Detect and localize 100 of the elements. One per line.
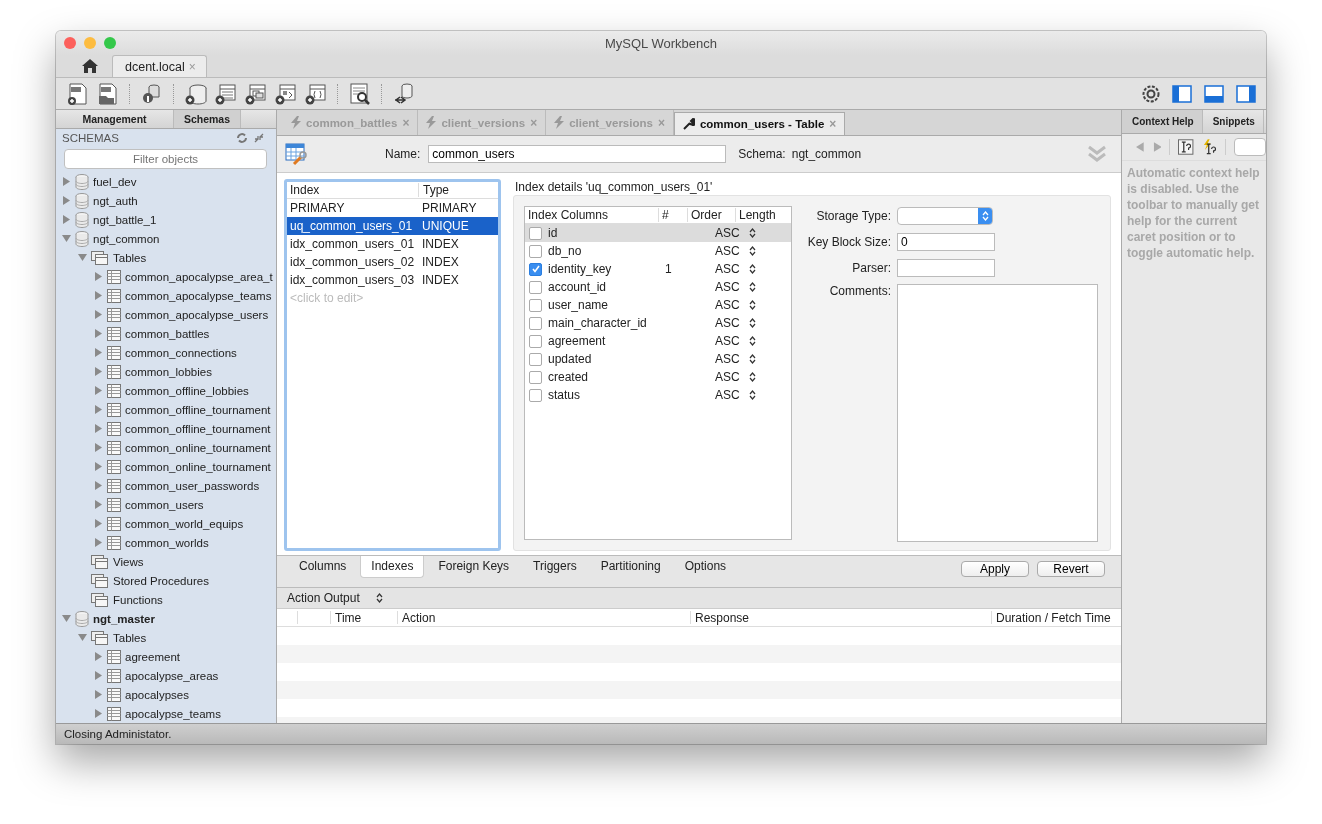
tree-item[interactable]: common_connections — [125, 346, 237, 359]
editor-section-tab[interactable]: Triggers — [523, 556, 587, 577]
tree-item[interactable]: common_offline_tournament — [125, 403, 271, 416]
refresh-icon[interactable] — [236, 132, 248, 144]
output-selector[interactable]: Action Output — [287, 591, 360, 605]
zoom-window-button[interactable] — [104, 37, 116, 49]
filter-field[interactable]: Filter objects — [64, 149, 267, 169]
expand-arrow-icon[interactable] — [94, 424, 103, 433]
index-row[interactable]: idx_common_users_02 INDEX — [287, 253, 498, 271]
storage-type-select[interactable] — [897, 207, 993, 225]
tree-item[interactable]: common_worlds — [125, 536, 209, 549]
settings-icon[interactable] — [1142, 84, 1160, 103]
column-header[interactable]: Response — [690, 611, 991, 624]
tree-item[interactable]: apocalypse_areas — [125, 669, 219, 682]
tree-item[interactable]: Functions — [113, 593, 163, 606]
close-window-button[interactable] — [64, 37, 76, 49]
column-header[interactable]: # — [658, 208, 687, 222]
checkbox[interactable] — [529, 388, 542, 402]
new-database-icon[interactable] — [184, 81, 208, 106]
checkbox[interactable] — [529, 262, 542, 276]
expand-arrow-icon[interactable] — [94, 291, 103, 300]
tree-item[interactable]: common_apocalypse_area_t — [125, 270, 273, 283]
expand-arrow-icon[interactable] — [94, 462, 103, 471]
tree-item[interactable]: common_users — [125, 498, 204, 511]
column-header[interactable]: Length — [735, 208, 776, 222]
bottom-panel-toggle-icon[interactable] — [1204, 84, 1224, 103]
connection-tab[interactable]: dcent.local × — [112, 55, 207, 77]
expand-arrow-icon[interactable] — [94, 329, 103, 338]
panel-tab[interactable]: Context Help — [1122, 110, 1203, 133]
editor-section-tab[interactable]: Foreign Keys — [428, 556, 520, 577]
new-table-icon[interactable] — [214, 81, 238, 106]
checkbox[interactable] — [529, 244, 542, 258]
up-down-arrows-icon[interactable] — [749, 354, 756, 364]
editor-section-tab[interactable]: Options — [674, 556, 737, 577]
order-select[interactable]: ASC — [715, 352, 743, 366]
checkbox[interactable] — [529, 334, 542, 348]
expand-arrow-icon[interactable] — [94, 500, 103, 509]
collapse-icon[interactable] — [254, 133, 264, 143]
column-header[interactable]: Index — [290, 183, 418, 197]
expand-arrow-icon[interactable] — [94, 348, 103, 357]
up-down-arrows-icon[interactable] — [749, 264, 756, 274]
tree-item[interactable]: common_world_equips — [125, 517, 244, 530]
tree-item[interactable]: common_battles — [125, 327, 210, 340]
text-field[interactable]: 0 — [897, 233, 995, 251]
tree-item[interactable]: ngt_auth — [93, 194, 138, 207]
action-button[interactable]: Apply — [961, 561, 1029, 577]
new-procedure-icon[interactable] — [274, 81, 298, 106]
tree-item[interactable]: common_offline_tournament — [125, 422, 271, 435]
text-field[interactable] — [897, 259, 995, 277]
checkbox[interactable] — [529, 226, 542, 240]
home-icon[interactable] — [82, 59, 98, 73]
collapse-arrow-icon[interactable] — [78, 253, 87, 262]
order-select[interactable]: ASC — [715, 226, 743, 240]
inspect-icon[interactable] — [348, 81, 372, 106]
checkbox[interactable] — [529, 280, 542, 294]
expand-arrow-icon[interactable] — [62, 177, 71, 186]
order-select[interactable]: ASC — [715, 280, 743, 294]
tree-item[interactable]: ngt_battle_1 — [93, 213, 157, 226]
expand-arrow-icon[interactable] — [94, 709, 103, 718]
expand-arrow-icon[interactable] — [94, 272, 103, 281]
index-row[interactable]: PRIMARY PRIMARY — [287, 199, 498, 217]
tree-item[interactable]: common_apocalypse_users — [125, 308, 269, 321]
reconnect-database-icon[interactable] — [392, 81, 416, 106]
tree-item[interactable]: common_online_tournament — [125, 441, 271, 454]
up-down-arrows-icon[interactable] — [749, 390, 756, 400]
editor-section-tab[interactable]: Indexes — [360, 556, 425, 578]
up-down-arrows-icon[interactable] — [749, 300, 756, 310]
checkbox[interactable] — [529, 298, 542, 312]
new-function-icon[interactable] — [304, 81, 328, 106]
back-icon[interactable] — [1136, 142, 1145, 152]
checkbox[interactable] — [529, 316, 542, 330]
new-sql-file-icon[interactable] — [66, 81, 90, 106]
expand-arrow-icon[interactable] — [94, 690, 103, 699]
comments-field[interactable] — [897, 284, 1098, 542]
tree-item[interactable]: Stored Procedures — [113, 574, 209, 587]
expand-arrow-icon[interactable] — [94, 386, 103, 395]
expand-arrow-icon[interactable] — [62, 215, 71, 224]
checkbox[interactable] — [529, 352, 542, 366]
tree-item[interactable]: apocalypses — [125, 688, 189, 701]
order-select[interactable]: ASC — [715, 334, 743, 348]
collapse-arrow-icon[interactable] — [78, 633, 87, 642]
right-panel-toggle-icon[interactable] — [1236, 84, 1256, 103]
tree-item[interactable]: Tables — [113, 631, 147, 644]
expand-arrow-icon[interactable] — [94, 443, 103, 452]
tree-item[interactable]: common_user_passwords — [125, 479, 260, 492]
order-select[interactable]: ASC — [715, 298, 743, 312]
order-select[interactable]: ASC — [715, 244, 743, 258]
column-header[interactable]: Action — [397, 611, 690, 624]
index-list[interactable]: Index Type PRIMARY PRIMARY uq_common_users_01 UNIQUE idx_common_users_01 INDEX idx_common_users_02 INDEX idx_common_users_03 INDEX <click to edit> — [284, 179, 501, 551]
up-down-arrows-icon[interactable] — [749, 318, 756, 328]
up-down-arrows-icon[interactable] — [749, 246, 756, 256]
order-select[interactable]: ASC — [715, 262, 743, 276]
checkbox[interactable] — [529, 370, 542, 384]
tree-item[interactable]: Tables — [113, 251, 147, 264]
expand-arrow-icon[interactable] — [94, 671, 103, 680]
expand-arrow-icon[interactable] — [94, 519, 103, 528]
column-header[interactable]: Index Columns — [525, 208, 658, 222]
editor-tab[interactable]: common_users - Table × — [673, 112, 846, 135]
order-select[interactable]: ASC — [715, 370, 743, 384]
up-down-arrows-icon[interactable] — [749, 336, 756, 346]
